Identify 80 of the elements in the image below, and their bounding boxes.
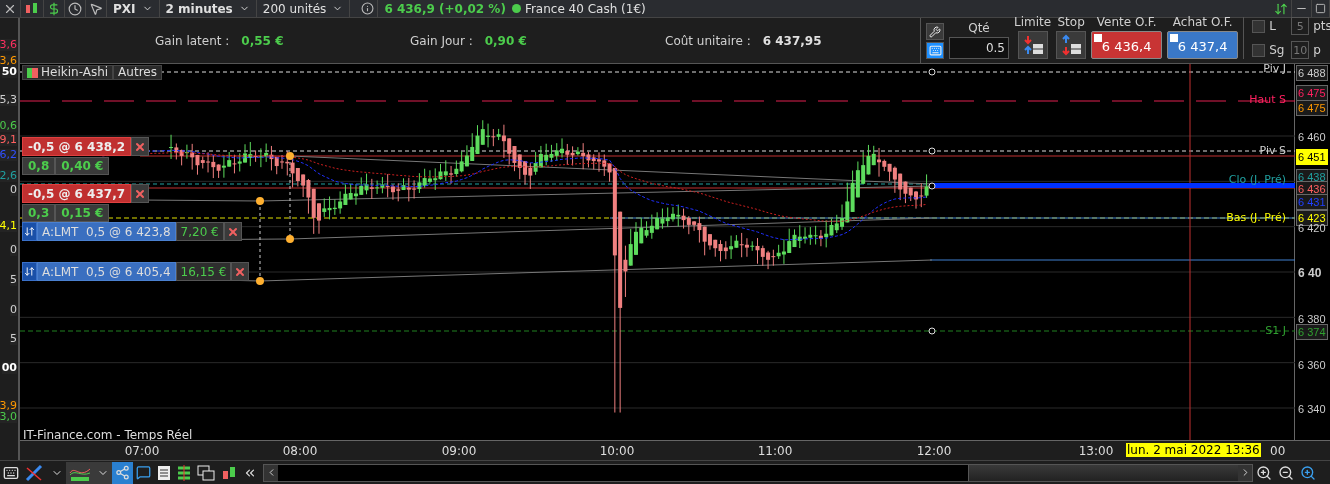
price-label: 6 475 [1296,85,1328,101]
price-label: 6 380 [1297,312,1327,327]
scale-label: 6,2 [0,149,17,161]
limit-label: Limite [1014,15,1052,29]
instrument-name: France 40 Cash (1€) [524,1,646,16]
scale-label: 0,6 [0,120,17,132]
scale-label: 9,1 [0,134,17,146]
scale-label: 50 [1,66,17,78]
stat-label: Gain latent : [155,33,230,48]
level-label: Haut S [1249,93,1286,106]
option-label: L [1269,19,1277,33]
scale-label: 3,0 [0,411,17,423]
level-label: Piv S [1259,144,1286,157]
scale-label: 0 [10,184,17,196]
pnl-value: 0,40 € [55,157,110,175]
unit-label: p [1313,43,1321,57]
level-label: Piv J [1263,62,1286,75]
stat-label: Coût unitaire : [665,33,751,48]
scale-label: 3,6 [0,55,17,67]
stat-label: Gain Jour : [410,33,473,48]
points-field[interactable]: 10 [1291,41,1310,59]
time-label: 10:00 [599,444,635,458]
sell-label: Vente O.F. [1096,15,1157,29]
time-label: 08:00 [282,444,318,458]
price-label: 6 460 [1297,130,1327,145]
scale-label: 5,3 [0,94,17,106]
price-label: 6 488 [1296,65,1328,81]
price-label: 6 40 [1297,265,1323,281]
level-label: Clo (J. Pré) [1228,173,1286,186]
price-label: 6 374 [1296,324,1328,340]
scale-label: 3,6 [0,39,17,51]
pnl-value: 0,15 € [55,204,110,222]
stat-value: 0,55 € [241,33,284,48]
level-label: Bas (J. Pré) [1226,211,1286,224]
stat-value: 6 437,95 [762,33,822,48]
scale-label: 00 [1,362,17,374]
pnl-value: 16,15 € [175,262,232,281]
order-label[interactable]: A:LMT 0,5 @ 6 405,4 [37,262,176,281]
order-label[interactable]: A:LMT 0,5 @ 6 423,8 [37,222,176,241]
position-label[interactable]: -0,5 @ 6 438,2 [22,137,132,156]
chart-tab[interactable]: Heikin-Ashi [22,65,114,80]
scale-label: 5 [10,333,17,345]
quantity-value: 0,8 [22,157,56,175]
position-label[interactable]: -0,5 @ 6 437,7 [22,184,132,203]
buy-label: Achat O.F. [1172,15,1233,29]
price-label: 6 451 [1296,149,1328,165]
quantity-label: Qté [968,21,990,35]
price-label: 6 340 [1297,402,1327,417]
quote-text: 6 436,9 (+0,02 %) [384,1,506,16]
time-label: 09:00 [441,444,477,458]
scale-label: 4,1 [0,220,17,232]
source-text: IT-Finance.com - Temps Réel [23,428,193,442]
price-label: 6 360 [1297,358,1327,373]
cursor-time: lun. 2 mai 2022 13:36 [1126,443,1261,457]
scale-label: 5 [10,274,17,286]
scale-label: 2,6 [0,170,17,182]
stat-value: 0,90 € [484,33,527,48]
time-label: 07:00 [124,444,160,458]
symbol-dropdown[interactable]: PXI [107,0,160,18]
quantity-field[interactable]: 0.5 [949,37,1009,59]
price-label: 6 475 [1296,100,1328,116]
points-field[interactable]: 5 [1291,17,1310,35]
timeframe-dropdown[interactable]: 2 minutes [159,0,257,18]
time-label: 00 [1270,444,1286,458]
chart-tab[interactable]: Autres [113,65,162,80]
time-label: 12:00 [916,444,952,458]
pnl-value: 7,20 € [175,222,224,241]
buy-button[interactable]: 6 437,4 [1167,31,1239,59]
level-label: S1 J [1265,324,1286,337]
price-label: 6 431 [1296,194,1328,210]
stop-label: Stop [1057,15,1085,29]
scale-label: 3,9 [0,400,17,412]
time-label: 13:00 [1078,444,1114,458]
quantity-value: 0,3 [22,204,56,222]
option-label: Sg [1269,43,1286,57]
units-dropdown[interactable]: 200 unités [256,0,351,18]
scale-label: 0 [10,304,17,316]
scale-label: 0 [10,244,17,256]
time-label: 11:00 [757,444,793,458]
sell-button[interactable]: 6 436,4 [1091,31,1163,59]
